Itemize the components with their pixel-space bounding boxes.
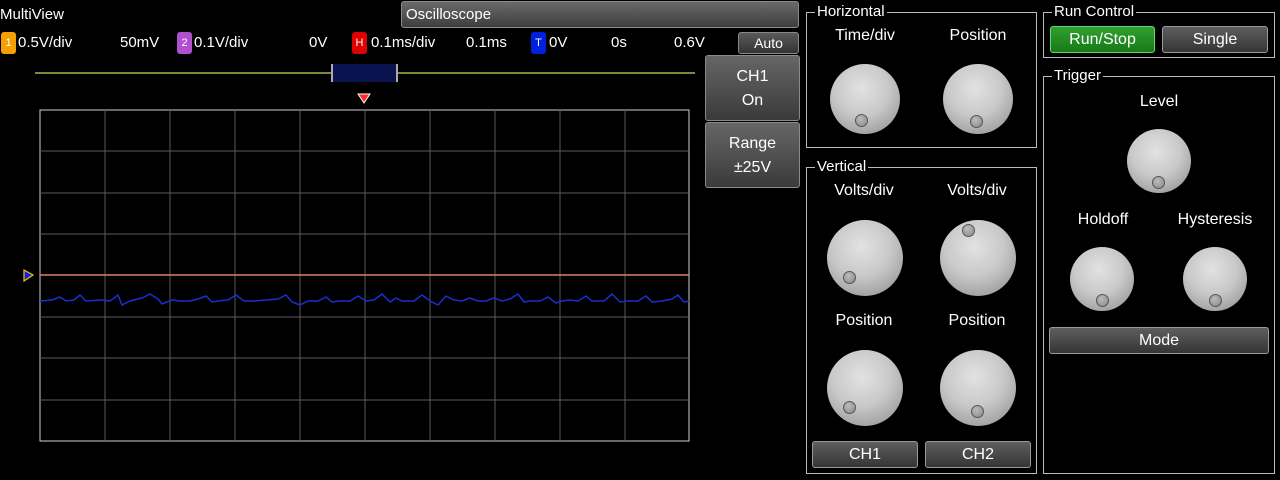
horizontal-panel-title: Horizontal (815, 3, 887, 21)
trigger-panel-title: Trigger (1052, 67, 1103, 85)
trigger-position-marker-icon[interactable] (357, 93, 371, 104)
ch2-position-knob[interactable] (940, 350, 1016, 426)
hysteresis-label: Hysteresis (1177, 211, 1253, 228)
trigger-level-knob-indicator-icon (1152, 176, 1165, 189)
hysteresis-knob[interactable] (1183, 247, 1247, 311)
ch1-offset: 50mV (120, 34, 160, 51)
horizontal-position-label: Position (949, 27, 1007, 44)
holdoff-label: Holdoff (1077, 211, 1129, 228)
trigger-level-readout: 0V (549, 34, 568, 51)
holdoff-knob[interactable] (1070, 247, 1134, 311)
vertical-panel: Vertical Volts/div Volts/div Position Po… (806, 158, 1037, 474)
oscilloscope-mode-button[interactable]: Oscilloscope (401, 1, 799, 28)
auto-button[interactable]: Auto (738, 32, 799, 54)
trigger-mode-button[interactable]: Mode (1049, 327, 1269, 354)
horizontal-position-knob[interactable] (943, 64, 1013, 134)
ch2-select-button[interactable]: CH2 (925, 441, 1031, 468)
time-div-knob[interactable] (830, 64, 900, 134)
horizontal-position-knob-indicator-icon (970, 115, 983, 128)
ch1-volts-div-label: Volts/div (834, 182, 894, 199)
trigger-level-knob[interactable] (1127, 129, 1191, 193)
vertical-panel-title: Vertical (815, 158, 869, 176)
run-control-panel-title: Run Control (1052, 3, 1137, 21)
app-title: MultiView (0, 6, 64, 23)
ch2-volts-div-knob[interactable] (940, 220, 1016, 296)
time-div-label: Time/div (835, 27, 895, 44)
channel-toggle-label: CH1 (736, 68, 769, 85)
ch1-badge[interactable]: 1 (1, 32, 16, 54)
horizontal-scale: 0.1ms/div (371, 34, 436, 51)
horizontal-panel: Horizontal Time/div Position (806, 3, 1037, 148)
trigger-level-label: Level (1139, 93, 1179, 110)
ch2-offset: 0V (309, 34, 328, 51)
hysteresis-knob-indicator-icon (1209, 294, 1222, 307)
ch1-select-button[interactable]: CH1 (812, 441, 918, 468)
horizontal-badge[interactable]: H (352, 32, 367, 54)
time-div-knob-indicator-icon (855, 114, 868, 127)
scope-display[interactable] (22, 108, 692, 443)
channel-toggle-state: On (741, 92, 764, 109)
ch2-position-label: Position (948, 312, 1006, 329)
run-stop-button[interactable]: Run/Stop (1050, 26, 1155, 53)
trigger-badge[interactable]: T (531, 32, 546, 54)
channel-toggle-button[interactable]: CH1 On (705, 55, 800, 121)
ch2-badge[interactable]: 2 (177, 32, 192, 54)
ch1-level-marker-icon[interactable] (23, 268, 35, 283)
ch1-scale: 0.5V/div (18, 34, 73, 51)
trigger-panel: Trigger Level Holdoff Hysteresis Mode (1043, 67, 1275, 474)
ch1-position-knob[interactable] (827, 350, 903, 426)
range-value: ±25V (733, 159, 772, 176)
ch1-position-label: Position (835, 312, 893, 329)
record-overview-window[interactable] (331, 64, 398, 82)
ch1-volts-div-knob-indicator-icon (843, 271, 856, 284)
horizontal-position: 0.1ms (466, 34, 507, 51)
ch2-volts-div-label: Volts/div (947, 182, 1007, 199)
single-button[interactable]: Single (1162, 26, 1268, 53)
ch2-scale: 0.1V/div (194, 34, 249, 51)
range-button[interactable]: Range ±25V (705, 122, 800, 188)
trigger-time-readout: 0s (611, 34, 627, 51)
range-label: Range (728, 135, 777, 152)
ch1-position-knob-indicator-icon (843, 401, 856, 414)
run-control-panel: Run Control Run/Stop Single (1043, 3, 1275, 58)
ch2-position-knob-indicator-icon (971, 405, 984, 418)
ch2-volts-div-knob-indicator-icon (962, 224, 975, 237)
holdoff-knob-indicator-icon (1096, 294, 1109, 307)
trigger-extra-readout: 0.6V (674, 34, 705, 51)
ch1-volts-div-knob[interactable] (827, 220, 903, 296)
